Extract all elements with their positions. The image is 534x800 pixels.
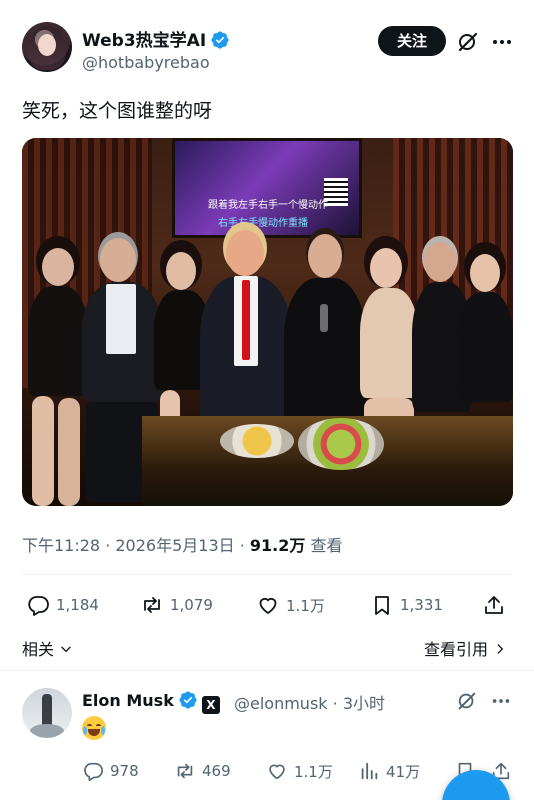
bookmark-count: 1,331 [400,596,443,614]
reply-handle-text[interactable]: @elonmusk [234,694,328,713]
view-quotes-link[interactable]: 查看引用 [424,636,507,660]
photo-person [28,248,88,506]
grok-icon[interactable] [456,690,478,712]
reply-retweet-count: 469 [202,762,231,780]
reply-views-button[interactable]: 41万 [358,760,420,782]
reply-count: 1,184 [56,596,99,614]
reply-reply-count: 978 [110,762,139,780]
retweet-button[interactable]: 1,079 [140,592,213,618]
heart-icon [269,764,285,780]
bookmark-button[interactable]: 1,331 [370,592,443,618]
reply-time: 3小时 [342,694,385,713]
more-options-icon[interactable] [490,690,512,712]
share-button[interactable] [482,592,512,618]
reply-view-count: 41万 [386,762,421,781]
author-handle[interactable]: @hotbabyrebao [82,53,210,72]
reply-button[interactable]: 1,184 [26,592,99,618]
heart-icon [259,597,277,614]
reply-author-handle[interactable]: @elonmusk · 3小时 [234,690,385,714]
more-options-icon[interactable] [490,30,514,54]
reply-reply-button[interactable]: 978 [82,760,139,782]
photo-person [284,234,366,434]
reply-like-count: 1.1万 [294,762,333,781]
view-label: 查看 [305,536,343,555]
grok-icon[interactable] [456,30,480,54]
reply-author-name[interactable]: Elon Musk X [82,690,220,714]
author-name[interactable]: Web3热宝学AI [82,26,230,51]
author-name-text[interactable]: Web3热宝学AI [82,31,206,51]
laughing-crying-emoji-icon [82,716,106,740]
x-affiliation-icon: X [201,696,220,714]
like-count: 1.1万 [286,596,325,615]
reply-author-name-text[interactable]: Elon Musk [82,691,174,710]
author-avatar[interactable] [22,22,72,72]
retweet-icon [177,763,193,779]
photo-fruit-plate [220,424,294,458]
share-icon [485,596,503,614]
chevron-right-icon [497,644,504,654]
verified-badge-icon [179,691,197,709]
retweet-icon [144,597,160,613]
divider [22,574,513,575]
photo-person [200,230,292,430]
photo-fruit-plate [298,418,384,470]
photo-subtitle-2: 右手左手慢动作重播 [218,218,308,229]
view-count: 91.2万 [249,536,306,555]
retweet-count: 1,079 [170,596,213,614]
tweet-text: 笑死，这个图谁整的呀 [22,100,213,122]
section-divider [0,670,534,678]
analytics-icon [361,762,378,780]
reply-retweet-button[interactable]: 469 [174,760,231,782]
tweet-time: 下午11:28 · 2026年5月13日 · [22,536,250,555]
chevron-down-icon [61,646,71,653]
reply-icon [84,762,103,781]
bookmark-icon [375,596,389,615]
tweet-timestamp: 下午11:28 · 2026年5月13日 · 91.2万 查看 [22,532,342,556]
related-tab[interactable]: 相关 [22,636,73,660]
reply-icon [28,596,49,616]
reply-avatar[interactable] [22,688,72,738]
like-button[interactable]: 1.1万 [256,592,325,618]
tweet-photo[interactable]: 跟着我左手右手一个慢动作 右手左手慢动作重播 [22,138,513,506]
reply-like-button[interactable]: 1.1万 [266,760,333,782]
view-quotes-label[interactable]: 查看引用 [424,640,488,659]
verified-badge-icon [211,31,229,49]
follow-button[interactable]: 关注 [378,26,446,56]
related-label[interactable]: 相关 [22,640,54,659]
photo-subtitle-1: 跟着我左手右手一个慢动作 [208,200,328,211]
